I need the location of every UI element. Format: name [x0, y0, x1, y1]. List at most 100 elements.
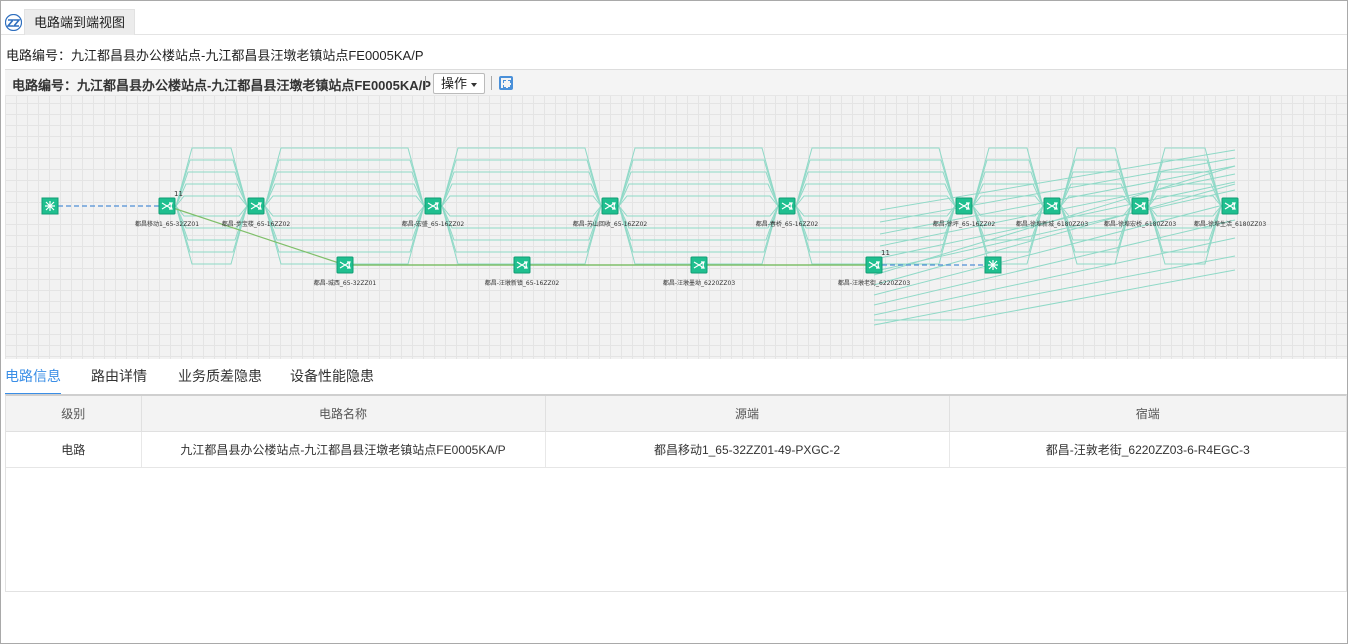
circuit-table: 级别 电路名称 源端 宿端 电路 九江都昌县办公楼站点-九江都昌县汪墩老镇站点F… [5, 394, 1347, 592]
link-bundle [879, 181, 1236, 259]
topology-panel: 都昌移动1_65-32ZZ01 都昌-步宝楼_65-16ZZ02 都昌-宏盛_65-… [5, 69, 1347, 359]
link-bundle [618, 195, 779, 207]
link-bundle [618, 147, 779, 207]
link-bundle [264, 183, 425, 207]
link-bundle [175, 195, 248, 207]
tab-route-details[interactable]: 路由详情 [91, 359, 147, 395]
switch-node[interactable]: 都昌-汪墩老街_6220ZZ03 [838, 256, 910, 287]
switch-node[interactable]: 都昌-宏盛_65-16ZZ02 [402, 197, 465, 228]
topology-links [50, 147, 1236, 326]
cell-circuit-name: 九江都昌县办公楼站点-九江都昌县汪墩老镇站点FE0005KA/P [141, 431, 546, 468]
link-bundle [441, 205, 602, 253]
link-bundle [618, 159, 779, 207]
link-bundle [795, 205, 956, 265]
switch-node[interactable]: 都昌-徐埠新城_6180ZZ03 [1016, 197, 1088, 228]
cell-level: 电路 [6, 431, 142, 468]
column-header-circuit-name[interactable]: 电路名称 [141, 396, 546, 432]
cell-source: 都昌移动1_65-32ZZ01-49-PXGC-2 [545, 431, 950, 468]
operate-label: 操作 [441, 76, 468, 91]
column-header-destination[interactable]: 宿端 [949, 396, 1346, 432]
tab-circuit-info[interactable]: 电路信息 [5, 359, 61, 395]
link-bundle [441, 147, 602, 207]
link-bundle [264, 205, 425, 217]
toolbar-divider [425, 76, 426, 90]
cell-destination: 都昌-汪敦老街_6220ZZ03-6-R4EGC-3 [949, 431, 1346, 468]
node-label: 都昌-苏山回收_65-16ZZ02 [573, 220, 648, 228]
node-label: 都昌-宏盛_65-16ZZ02 [402, 220, 465, 228]
terminal-node[interactable] [984, 256, 1002, 274]
link-bundle [972, 171, 1044, 207]
link-bundle [441, 171, 602, 207]
column-header-source[interactable]: 源端 [545, 396, 950, 432]
star-glyph [45, 201, 55, 211]
link-bundle [264, 159, 425, 207]
switch-node[interactable]: 都昌-苏山回收_65-16ZZ02 [573, 197, 648, 228]
route-link [166, 205, 346, 266]
node-label: 都昌-汪墩墨坳_6220ZZ03 [663, 279, 735, 287]
detail-tabs: 电路信息 路由详情 业务质差隐患 设备性能隐患 [5, 359, 1347, 395]
link-bundle [795, 183, 956, 207]
link-bundle [873, 219, 1236, 306]
tab-device-performance[interactable]: 设备性能隐患 [290, 359, 374, 395]
link-bundle [618, 205, 779, 217]
node-label: 都昌-汪墩新镇_65-16ZZ02 [485, 279, 560, 287]
switch-node[interactable]: 都昌-汪墩墨坳_6220ZZ03 [663, 256, 735, 287]
link-bundle [618, 183, 779, 207]
link-bundle [795, 147, 956, 207]
link-bundle [618, 205, 779, 265]
node-label: 都昌-汪墩老街_6220ZZ03 [838, 279, 910, 287]
fullscreen-icon[interactable] [499, 76, 513, 90]
link-bundle [441, 195, 602, 207]
node-badge: 11 [174, 190, 183, 198]
tab-service-quality[interactable]: 业务质差隐患 [178, 359, 262, 395]
link-bundle [175, 183, 248, 207]
toolbar-divider [491, 76, 492, 90]
window-title-tab[interactable]: 电路端到端视图 [24, 9, 136, 35]
column-header-level[interactable]: 级别 [6, 396, 142, 432]
link-bundle [874, 269, 1236, 321]
node-label: 都昌-徐埠新城_6180ZZ03 [1016, 220, 1088, 228]
node-badge: 11 [881, 249, 890, 257]
node-label: 都昌-徐埠宏桥_6180ZZ03 [1104, 220, 1176, 228]
link-bundle [175, 205, 248, 217]
topology-title: 电路编号：九江都昌县办公楼站点-九江都昌县汪墩老镇站点FE0005KA/P [12, 78, 431, 93]
node-label: 都昌-春桥_65-16ZZ02 [756, 220, 819, 228]
node-label: 都昌-徐坪_65-16ZZ02 [933, 220, 996, 228]
switch-node[interactable]: 都昌-春桥_65-16ZZ02 [756, 197, 819, 228]
node-label: 都昌-城西_65-32ZZ01 [314, 279, 377, 287]
star-glyph [988, 260, 998, 270]
terminal-node[interactable] [41, 197, 59, 215]
link-bundle [264, 171, 425, 207]
operate-dropdown-button[interactable]: 操作 [433, 73, 486, 94]
title-bar: 电路端到端视图 [1, 1, 1347, 35]
switch-node[interactable]: 都昌-汪墩新镇_65-16ZZ02 [485, 256, 560, 287]
link-bundle [873, 255, 1236, 326]
topology-toolbar: 电路编号：九江都昌县办公楼站点-九江都昌县汪墩老镇站点FE0005KA/P 操作 [5, 70, 1347, 96]
node-label: 都昌移动1_65-32ZZ01 [135, 220, 199, 228]
switch-node[interactable]: 都昌-徐埠生活_6180ZZ03 [1194, 197, 1266, 228]
topology-diagram[interactable]: 都昌移动1_65-32ZZ01 都昌-步宝楼_65-16ZZ02 都昌-宏盛_65-… [5, 70, 1347, 360]
link-bundle [264, 205, 425, 265]
node-label: 都昌-步宝楼_65-16ZZ02 [222, 220, 291, 228]
link-bundle [618, 205, 779, 253]
link-bundle [795, 159, 956, 207]
switch-node[interactable]: 都昌-步宝楼_65-16ZZ02 [222, 197, 291, 228]
node-label: 都昌-徐埠生活_6180ZZ03 [1194, 220, 1266, 228]
link-bundle [264, 195, 425, 207]
link-bundle [618, 171, 779, 207]
switch-node[interactable]: 都昌-城西_65-32ZZ01 [314, 256, 377, 287]
link-bundle [175, 171, 248, 207]
link-bundle [795, 205, 956, 241]
link-bundle [264, 147, 425, 207]
table-header-row: 级别 电路名称 源端 宿端 [6, 396, 1346, 432]
link-bundle [795, 205, 956, 217]
link-bundle [441, 205, 602, 265]
caret-down-icon [471, 82, 478, 87]
circuit-id-label: 电路编号：九江都昌县办公楼站点-九江都昌县汪墩老镇站点FE0005KA/P [6, 48, 424, 63]
link-bundle [441, 205, 602, 217]
link-bundle [441, 183, 602, 207]
link-bundle [264, 205, 425, 253]
link-bundle [441, 159, 602, 207]
table-row[interactable]: 电路 九江都昌县办公楼站点-九江都昌县汪墩老镇站点FE0005KA/P 都昌移动… [6, 431, 1346, 468]
link-bundle [1148, 147, 1222, 207]
